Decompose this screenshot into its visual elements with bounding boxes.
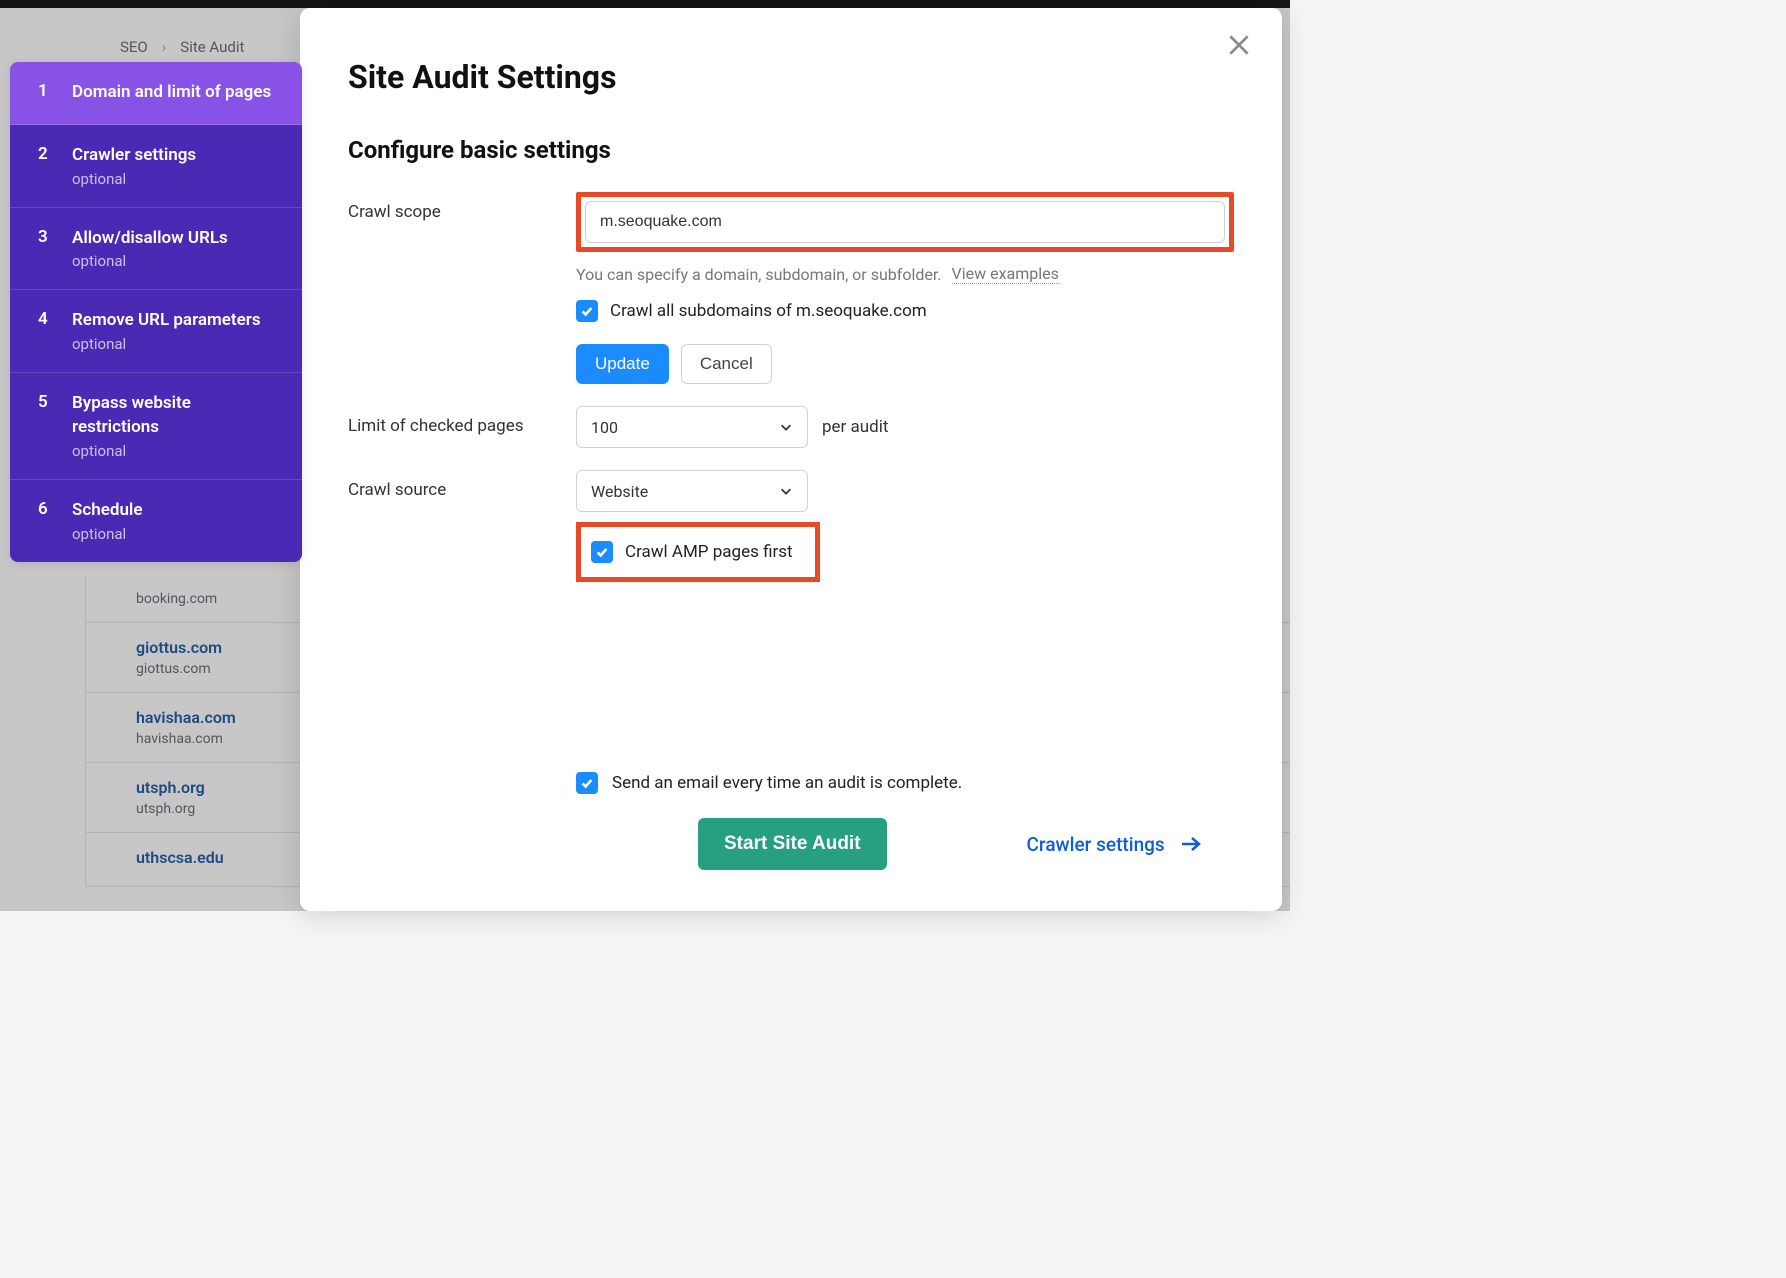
step-optional: optional — [72, 335, 282, 353]
email-notify-checkbox[interactable] — [576, 772, 598, 794]
highlight-annotation: Crawl AMP pages first — [576, 522, 820, 582]
limit-value: 100 — [591, 418, 618, 437]
step-bypass-restrictions[interactable]: 5 Bypass website restrictions optional — [10, 373, 302, 480]
step-title: Bypass website restrictions — [72, 392, 282, 440]
step-number: 4 — [38, 309, 52, 353]
step-optional: optional — [72, 525, 282, 543]
step-allow-disallow[interactable]: 3 Allow/disallow URLs optional — [10, 208, 302, 291]
step-number: 2 — [38, 144, 52, 188]
step-number: 1 — [38, 81, 52, 105]
next-link-label: Crawler settings — [1027, 833, 1165, 856]
highlight-annotation — [576, 192, 1234, 252]
close-button[interactable] — [1226, 32, 1252, 58]
chevron-down-icon — [779, 420, 793, 434]
crawl-scope-input[interactable] — [585, 201, 1225, 243]
step-schedule[interactable]: 6 Schedule optional — [10, 480, 302, 562]
step-title: Domain and limit of pages — [72, 81, 282, 105]
crawl-amp-label: Crawl AMP pages first — [625, 542, 793, 562]
start-audit-button[interactable]: Start Site Audit — [698, 818, 887, 870]
cancel-button[interactable]: Cancel — [681, 344, 772, 384]
crawler-settings-link[interactable]: Crawler settings — [1027, 833, 1201, 856]
step-optional: optional — [72, 170, 282, 188]
chevron-down-icon — [779, 484, 793, 498]
check-icon — [580, 776, 594, 790]
wizard-sidebar: 1 Domain and limit of pages 2 Crawler se… — [10, 62, 302, 562]
step-domain-limit[interactable]: 1 Domain and limit of pages — [10, 62, 302, 125]
crawl-source-label: Crawl source — [348, 470, 576, 500]
step-optional: optional — [72, 252, 282, 270]
step-title: Schedule — [72, 499, 282, 523]
crawl-subdomains-label: Crawl all subdomains of m.seoquake.com — [610, 301, 927, 321]
email-notify-label: Send an email every time an audit is com… — [612, 773, 962, 793]
step-crawler-settings[interactable]: 2 Crawler settings optional — [10, 125, 302, 208]
crawl-subdomains-checkbox[interactable] — [576, 300, 598, 322]
crawl-source-value: Website — [591, 482, 648, 501]
step-title: Remove URL parameters — [72, 309, 282, 333]
step-number: 5 — [38, 392, 52, 460]
limit-label: Limit of checked pages — [348, 406, 576, 436]
step-remove-params[interactable]: 4 Remove URL parameters optional — [10, 290, 302, 373]
crawl-scope-label: Crawl scope — [348, 192, 576, 222]
settings-modal: Site Audit Settings Configure basic sett… — [300, 8, 1282, 911]
helper-text: You can specify a domain, subdomain, or … — [576, 265, 942, 284]
check-icon — [595, 545, 609, 559]
per-audit-text: per audit — [822, 417, 888, 437]
step-number: 6 — [38, 499, 52, 543]
limit-select[interactable]: 100 — [576, 406, 808, 448]
update-button[interactable]: Update — [576, 344, 669, 384]
step-number: 3 — [38, 227, 52, 271]
arrow-right-icon — [1181, 836, 1201, 852]
step-title: Allow/disallow URLs — [72, 227, 282, 251]
modal-title: Site Audit Settings — [348, 58, 1234, 96]
step-optional: optional — [72, 442, 282, 460]
step-title: Crawler settings — [72, 144, 282, 168]
section-heading: Configure basic settings — [348, 136, 1234, 164]
crawl-amp-checkbox[interactable] — [591, 541, 613, 563]
close-icon — [1226, 32, 1252, 58]
check-icon — [580, 304, 594, 318]
view-examples-link[interactable]: View examples — [952, 264, 1059, 284]
crawl-source-select[interactable]: Website — [576, 470, 808, 512]
